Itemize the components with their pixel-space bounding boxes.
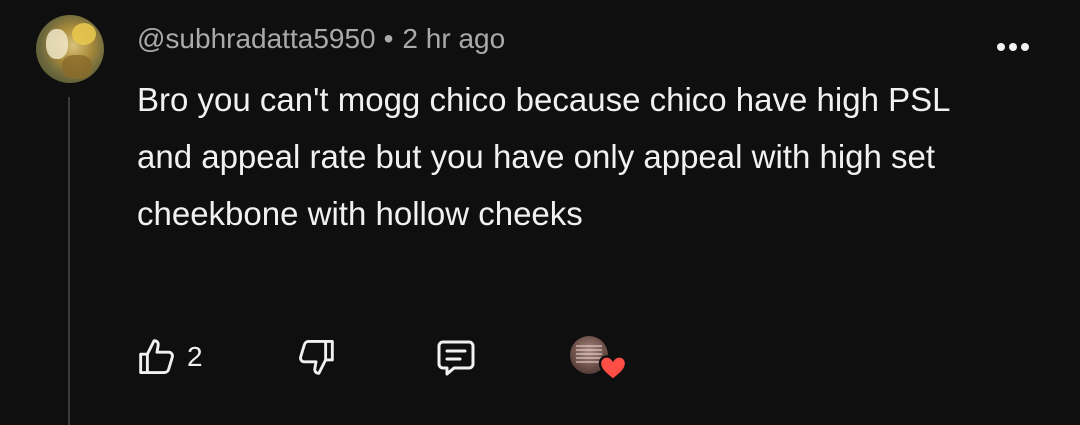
thumbs-down-icon — [294, 334, 340, 380]
more-options-button[interactable] — [990, 32, 1036, 62]
like-count: 2 — [187, 341, 203, 372]
dot-icon — [1009, 43, 1017, 51]
like-button[interactable]: 2 — [133, 330, 203, 384]
comment-actions: 2 — [0, 330, 1080, 384]
header-separator: • — [383, 23, 394, 54]
comment-header: @subhradatta5950 • 2 hr ago — [137, 22, 505, 56]
comment-reply-icon — [432, 333, 480, 381]
avatar-image-detail — [72, 23, 96, 45]
author-name[interactable]: @subhradatta5950 — [137, 23, 376, 55]
comment-item: @subhradatta5950 • 2 hr ago Bro you can'… — [0, 0, 1080, 425]
heart-icon — [598, 355, 628, 386]
dislike-button[interactable] — [294, 330, 340, 384]
comment-timestamp[interactable]: 2 hr ago — [402, 23, 505, 55]
author-avatar[interactable] — [36, 15, 104, 83]
comment-text: Bro you can't mogg chico because chico h… — [137, 81, 950, 232]
avatar-image-detail — [46, 29, 68, 59]
dot-icon — [997, 43, 1005, 51]
reply-button[interactable] — [432, 330, 480, 384]
avatar-image-detail — [62, 55, 92, 79]
creator-heart-badge — [570, 336, 632, 384]
dot-icon — [1021, 43, 1029, 51]
thumbs-up-icon — [133, 334, 179, 380]
